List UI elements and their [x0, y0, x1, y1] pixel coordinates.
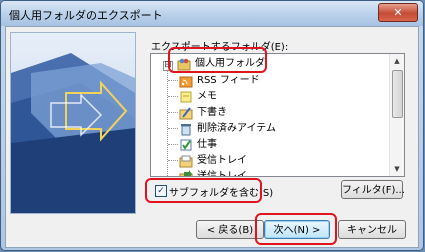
wizard-art-graphic	[11, 53, 135, 213]
folder-list-label: エクスポートするフォルダ(E):	[151, 42, 289, 53]
tree-item-label: 受信トレイ	[197, 155, 247, 166]
export-dialog-window: 個人用フォルダのエクスポート ✕ エクスポートするフォルダ(E): ⊟ 個人用フ…	[0, 0, 424, 251]
tree-connector	[168, 96, 178, 97]
tree-item-label: 削除済みアイテム	[197, 123, 276, 134]
rss-folder-icon	[179, 76, 193, 88]
personal-folders-icon	[177, 58, 191, 71]
folder-tree[interactable]: ⊟ 個人用フォルダ RSS フィード メモ 下書き 削除済みアイテム 仕事 受信…	[150, 53, 405, 177]
notes-icon	[180, 91, 192, 103]
checkbox-check-icon[interactable]: ✓	[155, 185, 167, 197]
tree-connector	[168, 160, 178, 161]
scroll-down-icon[interactable]: ▼	[390, 162, 404, 176]
deleted-items-icon	[181, 124, 191, 136]
outbox-icon	[179, 170, 193, 176]
close-button[interactable]: ✕	[378, 3, 418, 22]
title-bar: 個人用フォルダのエクスポート ✕	[1, 1, 423, 26]
wizard-illustration	[10, 32, 136, 214]
tree-item-label: 仕事	[197, 139, 217, 150]
tree-item-label: RSS フィード	[197, 75, 260, 86]
close-icon: ✕	[393, 6, 403, 19]
tree-connector	[168, 128, 178, 129]
tree-item-label: 下書き	[197, 107, 227, 118]
scrollbar-thumb[interactable]	[392, 70, 403, 118]
filter-button[interactable]: フィルタ(F)...	[341, 180, 405, 199]
tree-scrollbar[interactable]: ▲ ▼	[389, 54, 404, 176]
tasks-icon	[180, 139, 192, 151]
tree-item-label: メモ	[197, 91, 217, 102]
collapse-icon[interactable]: ⊟	[163, 61, 173, 71]
tree-connector	[168, 112, 178, 113]
dialog-body: エクスポートするフォルダ(E): ⊟ 個人用フォルダ RSS フィード メモ 下…	[5, 26, 419, 248]
tree-connector	[168, 80, 178, 81]
next-button[interactable]: 次へ(N) >	[264, 220, 330, 239]
scroll-up-icon[interactable]: ▲	[390, 54, 404, 68]
window-title: 個人用フォルダのエクスポート	[9, 9, 163, 22]
include-subfolders-label: サブフォルダを含む(S)	[169, 188, 274, 199]
tree-item-label: 個人用フォルダ	[195, 58, 265, 69]
inbox-icon	[179, 155, 193, 168]
back-button[interactable]: < 戻る(B)	[196, 220, 264, 239]
drafts-icon	[179, 107, 193, 120]
tree-item-label: 送信トレイ	[197, 171, 247, 177]
cancel-button[interactable]: キャンセル	[338, 220, 406, 239]
tree-connector	[168, 144, 178, 145]
tree-connector	[168, 176, 178, 177]
